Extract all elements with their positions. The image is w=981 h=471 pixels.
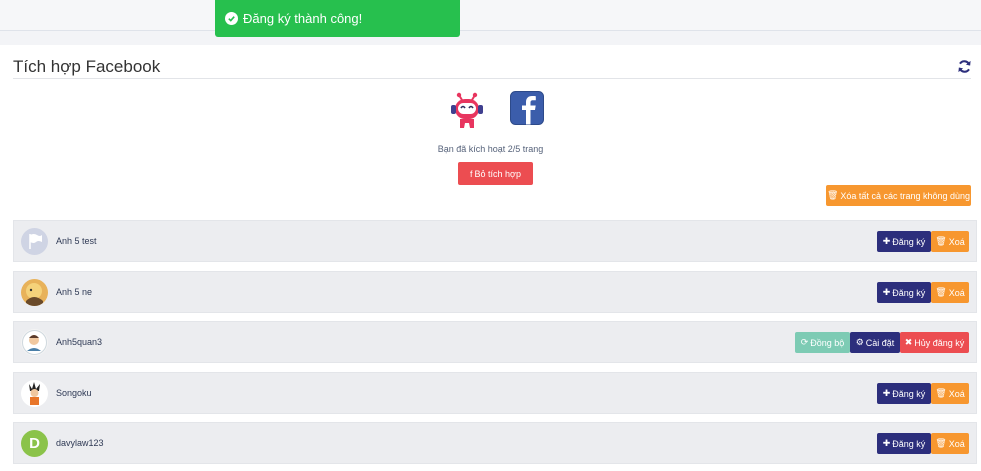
delete-label: Xoá [948, 438, 965, 449]
row-actions: ✚ Đăng ký 🗑 Xoá [877, 433, 969, 454]
row-actions: ⟳ Đồng bộ ⚙ Cài đặt ✖ Hủy đăng ký [795, 332, 969, 353]
activated-pages-text: Bạn đã kích hoạt 2/5 trang [437, 144, 544, 154]
avatar [21, 329, 48, 356]
top-bar [0, 0, 981, 31]
page-name: Anh5quan3 [56, 337, 103, 347]
plus-icon: ✚ [882, 287, 891, 297]
avatar [21, 380, 48, 407]
toast-message: Đăng ký thành công! [243, 11, 363, 26]
subscribe-label: Đăng ký [892, 287, 926, 298]
avatar [21, 279, 48, 306]
page-name: Songoku [56, 388, 92, 398]
plus-icon: ✚ [882, 236, 891, 246]
settings-label: Cài đặt [865, 337, 895, 348]
settings-button[interactable]: ⚙ Cài đặt [850, 332, 900, 353]
delete-button[interactable]: 🗑 Xoá [931, 383, 969, 404]
subscribe-label: Đăng ký [892, 236, 926, 247]
list-item: Songoku ✚ Đăng ký 🗑 Xoá [13, 372, 977, 414]
list-item: Anh5quan3 ⟳ Đồng bộ ⚙ Cài đặt ✖ Hủy đăng ký [13, 321, 977, 363]
refresh-icon[interactable] [957, 59, 972, 74]
subscribe-label: Đăng ký [892, 388, 926, 399]
delete-all-label: Xóa tất cả các trang không dùng [840, 190, 971, 201]
trash-icon: 🗑 [935, 236, 947, 246]
delete-label: Xoá [948, 236, 965, 247]
avatar-letter: D [29, 435, 40, 452]
trash-icon: 🗑 [826, 190, 839, 200]
page-name: Anh 5 test [56, 236, 97, 246]
sync-icon: ⟳ [800, 337, 809, 347]
bot-logo-icon [451, 92, 483, 128]
list-item: D davylaw123 ✚ Đăng ký 🗑 Xoá [13, 422, 977, 464]
success-toast: Đăng ký thành công! [215, 0, 460, 37]
row-actions: ✚ Đăng ký 🗑 Xoá [877, 231, 969, 252]
title-divider [13, 78, 971, 79]
page-name: Anh 5 ne [56, 287, 93, 297]
delete-unused-pages-button[interactable]: 🗑 Xóa tất cả các trang không dùng [826, 185, 971, 206]
gear-icon: ⚙ [855, 337, 864, 347]
close-icon: ✖ [904, 337, 913, 347]
subscribe-button[interactable]: ✚ Đăng ký [877, 433, 931, 454]
plus-icon: ✚ [882, 438, 891, 448]
subscribe-button[interactable]: ✚ Đăng ký [877, 231, 931, 252]
delete-label: Xoá [948, 287, 965, 298]
trash-icon: 🗑 [935, 388, 947, 398]
delete-button[interactable]: 🗑 Xoá [931, 282, 969, 303]
subscribe-button[interactable]: ✚ Đăng ký [877, 383, 931, 404]
trash-icon: 🗑 [935, 438, 947, 448]
facebook-f-icon: f [470, 168, 473, 179]
page-title: Tích hợp Facebook [13, 57, 161, 76]
unintegrate-button[interactable]: f Bỏ tích hợp [458, 162, 533, 185]
trash-icon: 🗑 [935, 287, 947, 297]
check-circle-icon [225, 12, 238, 25]
row-actions: ✚ Đăng ký 🗑 Xoá [877, 282, 969, 303]
avatar: D [21, 430, 48, 457]
row-actions: ✚ Đăng ký 🗑 Xoá [877, 383, 969, 404]
list-item: Anh 5 test ✚ Đăng ký 🗑 Xoá [13, 220, 977, 262]
delete-button[interactable]: 🗑 Xoá [931, 231, 969, 252]
unintegrate-label: Bỏ tích hợp [474, 168, 521, 179]
facebook-logo-icon [510, 91, 544, 125]
avatar [21, 228, 48, 255]
plus-icon: ✚ [882, 388, 891, 398]
sync-button[interactable]: ⟳ Đồng bộ [795, 332, 850, 353]
sync-label: Đồng bộ [810, 337, 845, 348]
unsubscribe-label: Hủy đăng ký [914, 337, 965, 348]
subscribe-button[interactable]: ✚ Đăng ký [877, 282, 931, 303]
integration-logos [448, 91, 544, 131]
page-name: davylaw123 [56, 438, 104, 448]
subscribe-label: Đăng ký [892, 438, 926, 449]
list-item: Anh 5 ne ✚ Đăng ký 🗑 Xoá [13, 271, 977, 313]
delete-button[interactable]: 🗑 Xoá [931, 433, 969, 454]
unsubscribe-button[interactable]: ✖ Hủy đăng ký [900, 332, 969, 353]
delete-label: Xoá [948, 388, 965, 399]
